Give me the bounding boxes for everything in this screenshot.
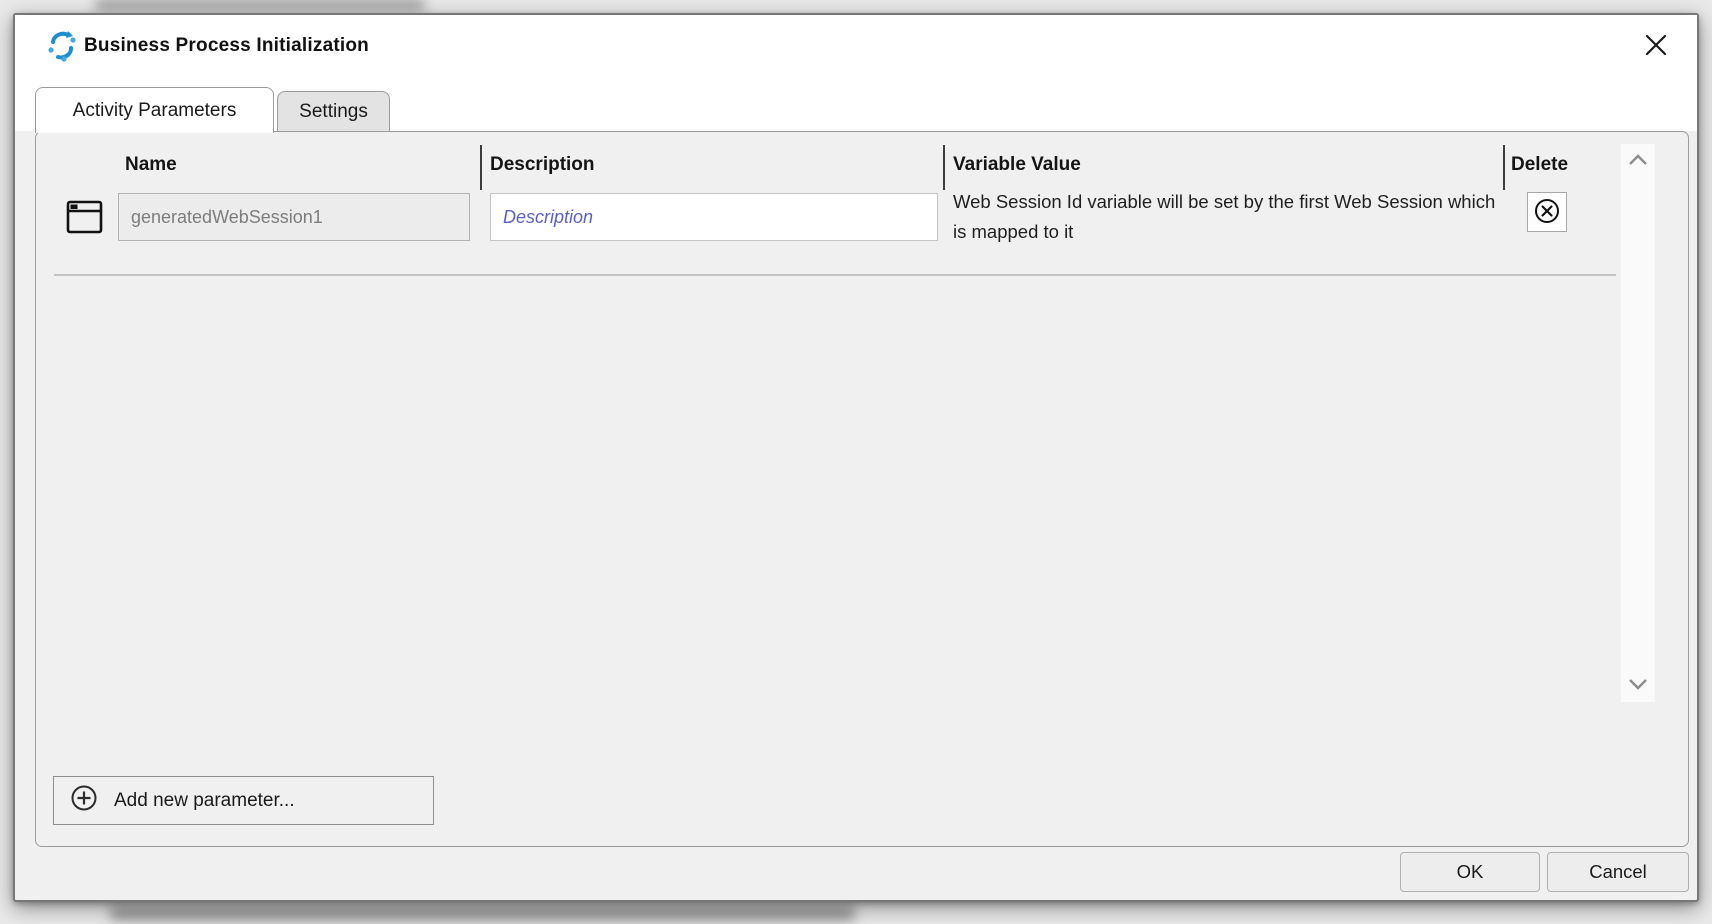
- vertical-scrollbar[interactable]: [1621, 144, 1655, 702]
- add-new-parameter-label: Add new parameter...: [114, 790, 295, 812]
- column-header-delete: Delete: [1511, 154, 1568, 176]
- close-icon: [1643, 32, 1669, 61]
- variable-value-text: Web Session Id variable will be set by t…: [953, 187, 1513, 247]
- column-header-name: Name: [125, 154, 177, 176]
- tab-label: Activity Parameters: [73, 100, 237, 122]
- circle-plus-icon: [69, 783, 99, 819]
- tab-label: Settings: [299, 101, 368, 123]
- process-cycle-icon: [46, 28, 78, 64]
- background-app-edge-top: [95, 0, 425, 10]
- dialog-title: Business Process Initialization: [84, 35, 369, 57]
- parameter-name-input[interactable]: [118, 193, 470, 241]
- scroll-up-button[interactable]: [1621, 146, 1655, 176]
- ok-button[interactable]: OK: [1400, 852, 1540, 892]
- delete-parameter-button[interactable]: [1527, 192, 1567, 232]
- cancel-button[interactable]: Cancel: [1547, 852, 1689, 892]
- column-divider: [1503, 145, 1505, 190]
- background-app-edge-bottom: [110, 907, 855, 920]
- close-button[interactable]: [1639, 29, 1673, 63]
- circle-x-icon: [1532, 196, 1562, 229]
- column-divider: [943, 145, 945, 190]
- activity-parameters-panel: Name Description Variable Value Delete W…: [35, 131, 1689, 847]
- web-session-window-icon: [66, 194, 104, 240]
- tab-settings[interactable]: Settings: [277, 91, 390, 132]
- business-process-initialization-dialog: Business Process Initialization Activity…: [13, 13, 1699, 902]
- chevron-down-icon: [1627, 677, 1649, 694]
- column-divider: [480, 145, 482, 190]
- scroll-down-button[interactable]: [1621, 670, 1655, 700]
- row-separator: [54, 274, 1616, 276]
- column-header-variable-value: Variable Value: [953, 154, 1081, 176]
- tab-activity-parameters[interactable]: Activity Parameters: [35, 87, 274, 133]
- add-new-parameter-button[interactable]: Add new parameter...: [53, 776, 434, 825]
- column-header-description: Description: [490, 154, 595, 176]
- parameter-description-input[interactable]: [490, 193, 938, 241]
- chevron-up-icon: [1627, 153, 1649, 170]
